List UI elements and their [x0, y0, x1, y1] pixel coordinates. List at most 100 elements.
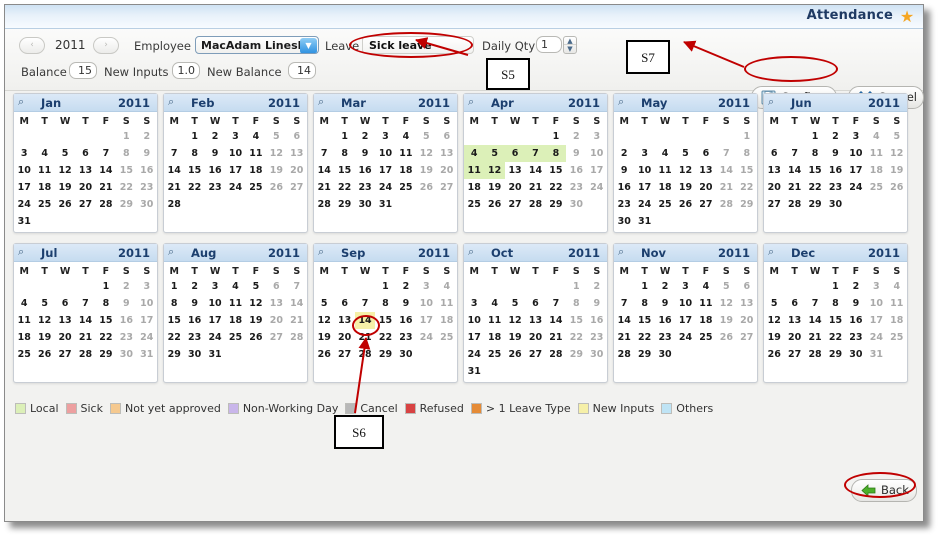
calendar-day[interactable]: 12 [505, 312, 525, 329]
calendar-day[interactable]: 18 [437, 312, 457, 329]
calendar-day[interactable]: 3 [464, 295, 484, 312]
calendar-day[interactable]: 22 [164, 329, 184, 346]
calendar-day[interactable]: 14 [354, 312, 376, 329]
calendar-day[interactable]: 6 [504, 145, 526, 162]
calendar-day[interactable]: 23 [137, 179, 157, 196]
calendar-day[interactable]: 18 [655, 179, 675, 196]
calendar-day[interactable]: 30 [825, 196, 845, 213]
calendar-day[interactable]: 3 [225, 128, 245, 145]
calendar-day[interactable]: 7 [546, 295, 566, 312]
calendar-day[interactable]: 5 [716, 278, 736, 295]
calendar-day[interactable]: 6 [784, 295, 804, 312]
calendar-day[interactable]: 4 [437, 278, 457, 295]
calendar-day[interactable]: 23 [587, 329, 607, 346]
calendar-day[interactable]: 16 [205, 162, 225, 179]
calendar-day[interactable]: 29 [164, 346, 184, 363]
calendar-day[interactable]: 3 [137, 278, 157, 295]
calendar-day[interactable]: 18 [696, 312, 716, 329]
year-prev-button[interactable]: ‹ [19, 37, 45, 54]
calendar-day[interactable]: 18 [34, 179, 54, 196]
calendar-day[interactable]: 14 [75, 312, 95, 329]
calendar-day[interactable]: 4 [14, 295, 34, 312]
calendar-day[interactable]: 6 [764, 145, 784, 162]
calendar-day[interactable]: 26 [55, 196, 75, 213]
calendar-day[interactable]: 6 [696, 145, 716, 162]
calendar-day[interactable]: 14 [546, 312, 566, 329]
calendar-day[interactable]: 6 [266, 278, 286, 295]
calendar-day[interactable]: 31 [866, 346, 886, 363]
calendar-day[interactable]: 26 [34, 346, 54, 363]
calendar-day[interactable]: 3 [375, 128, 395, 145]
search-icon[interactable]: ⌕ [618, 246, 630, 258]
calendar-day[interactable]: 23 [116, 329, 136, 346]
calendar-day[interactable]: 26 [505, 346, 525, 363]
calendar-month-jan[interactable]: ⌕ Jan 2011 M T W T F S S 1 2 3 4 5 6 7 8 9 10 11 12 13 14 15 16 17… [13, 93, 158, 233]
calendar-day[interactable]: 25 [866, 179, 886, 196]
calendar-day[interactable]: 19 [246, 312, 266, 329]
calendar-day[interactable]: 26 [675, 196, 695, 213]
calendar-day[interactable]: 10 [205, 295, 225, 312]
calendar-day[interactable]: 13 [55, 312, 75, 329]
calendar-day[interactable]: 2 [825, 128, 845, 145]
calendar-day[interactable]: 4 [464, 145, 485, 162]
calendar-day[interactable]: 27 [437, 179, 457, 196]
calendar-day[interactable]: 19 [266, 162, 286, 179]
calendar-day[interactable]: 7 [716, 145, 736, 162]
calendar-day[interactable]: 11 [34, 162, 54, 179]
calendar-day[interactable]: 11 [396, 145, 416, 162]
calendar-day[interactable]: 25 [225, 329, 245, 346]
calendar-day[interactable]: 19 [55, 179, 75, 196]
calendar-month-may[interactable]: ⌕ May 2011 M T W T F S S 1 2 3 4 5 6 7 8 9 10 11 12 13 14 15 16 17… [613, 93, 758, 233]
calendar-day[interactable]: 17 [587, 162, 607, 179]
calendar-day[interactable]: 4 [396, 128, 416, 145]
calendar-day[interactable]: 26 [484, 196, 504, 213]
calendar-day[interactable]: 26 [416, 179, 436, 196]
calendar-day[interactable]: 20 [737, 312, 757, 329]
calendar-day[interactable]: 14 [314, 162, 334, 179]
search-icon[interactable]: ⌕ [18, 246, 30, 258]
calendar-day[interactable]: 4 [655, 145, 675, 162]
calendar-day[interactable]: 27 [287, 179, 307, 196]
calendar-day[interactable]: 14 [784, 162, 804, 179]
calendar-day[interactable]: 24 [137, 329, 157, 346]
calendar-day[interactable]: 20 [764, 179, 784, 196]
calendar-day[interactable]: 15 [96, 312, 116, 329]
calendar-day[interactable]: 10 [675, 295, 695, 312]
calendar-day[interactable]: 20 [525, 329, 545, 346]
calendar-day[interactable]: 27 [737, 329, 757, 346]
calendar-day[interactable]: 3 [634, 145, 654, 162]
calendar-day[interactable]: 14 [525, 162, 545, 179]
calendar-day[interactable]: 26 [716, 329, 736, 346]
search-icon[interactable]: ⌕ [18, 96, 30, 108]
calendar-day[interactable]: 9 [355, 145, 375, 162]
calendar-day[interactable]: 24 [14, 196, 34, 213]
calendar-day[interactable]: 13 [784, 312, 804, 329]
calendar-day[interactable]: 9 [655, 295, 675, 312]
calendar-month-sep[interactable]: ⌕ Sep 2011 M T W T F S S 1 2 3 4 5 6 7 8 9 10 11 12 13 14 15 16 17… [313, 243, 458, 383]
calendar-day[interactable]: 14 [614, 312, 634, 329]
calendar-day[interactable]: 12 [764, 312, 784, 329]
calendar-day[interactable]: 16 [566, 162, 586, 179]
calendar-day[interactable]: 9 [614, 162, 634, 179]
calendar-day[interactable]: 16 [184, 312, 204, 329]
calendar-day[interactable]: 9 [184, 295, 204, 312]
calendar-day[interactable]: 12 [314, 312, 334, 329]
calendar-day[interactable]: 29 [116, 196, 136, 213]
calendar-day[interactable]: 7 [287, 278, 307, 295]
calendar-day[interactable]: 22 [566, 329, 586, 346]
calendar-day[interactable]: 27 [266, 329, 286, 346]
calendar-day[interactable]: 4 [484, 295, 504, 312]
calendar-day[interactable]: 16 [655, 312, 675, 329]
calendar-day[interactable]: 1 [634, 278, 654, 295]
calendar-day[interactable]: 29 [546, 196, 566, 213]
calendar-day[interactable]: 5 [314, 295, 334, 312]
calendar-day[interactable]: 17 [675, 312, 695, 329]
calendar-day[interactable]: 1 [334, 128, 354, 145]
calendar-day[interactable]: 4 [887, 278, 907, 295]
calendar-day[interactable]: 20 [437, 162, 457, 179]
calendar-day[interactable]: 17 [416, 312, 436, 329]
search-icon[interactable]: ⌕ [618, 96, 630, 108]
calendar-day[interactable]: 30 [137, 196, 157, 213]
calendar-day[interactable]: 20 [696, 179, 716, 196]
calendar-day[interactable]: 12 [34, 312, 54, 329]
